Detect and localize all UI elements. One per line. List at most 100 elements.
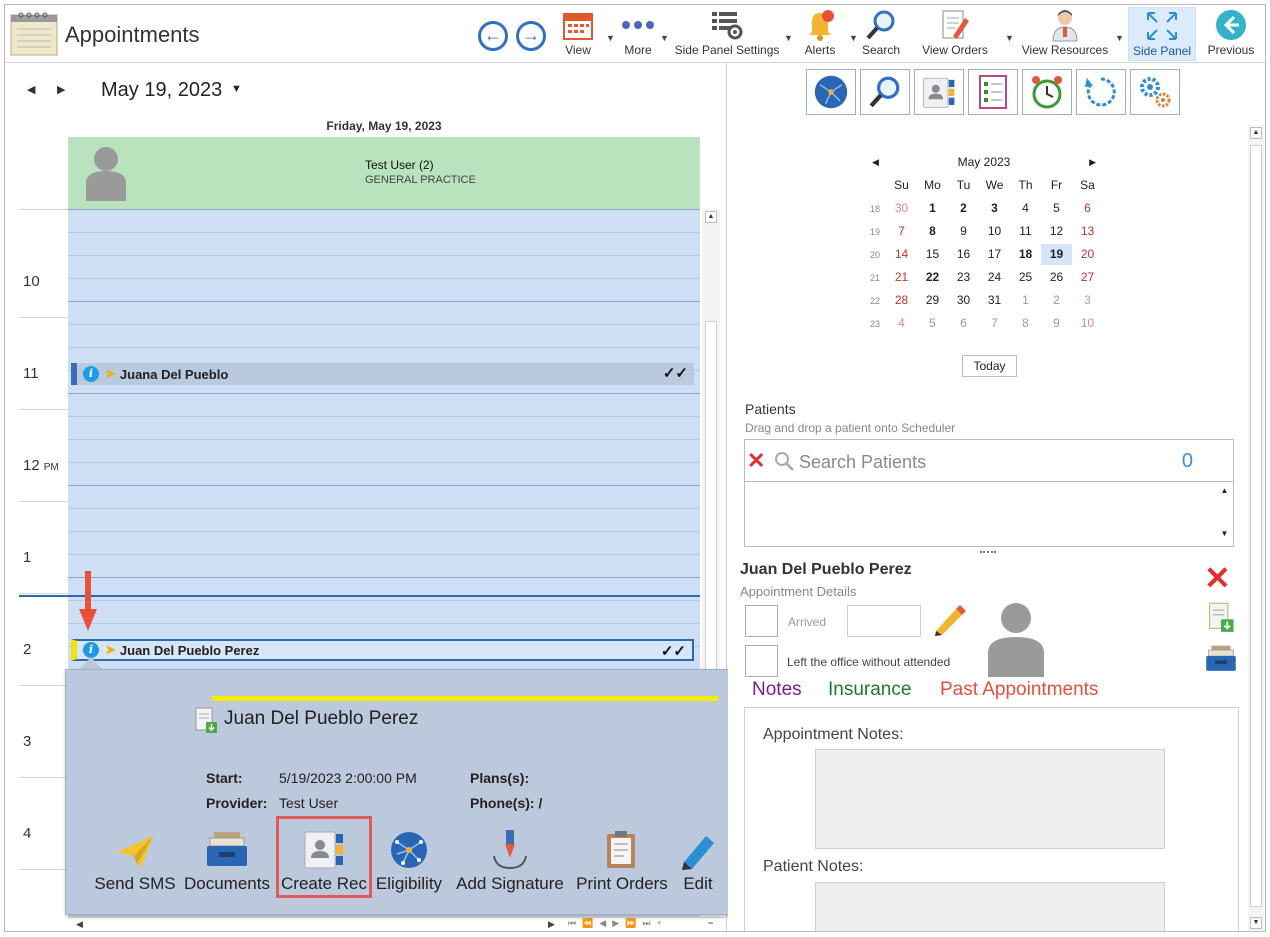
arrived-time-input[interactable] [847,605,921,637]
clear-x-icon[interactable]: ✕ [747,448,765,474]
calendar-day[interactable]: 2 [1041,290,1072,311]
scroll-left-icon[interactable]: ◀ [76,919,83,930]
send-sms-button[interactable]: Send SMS [94,826,176,894]
chevron-down-icon[interactable]: ▼ [660,33,669,43]
calendar-day[interactable]: 7 [979,313,1010,334]
calendar-day[interactable]: 11 [1010,221,1041,242]
appointment-juan-selected[interactable]: i ➤ Juan Del Pueblo Perez ✓✓ [71,639,694,661]
calendar-day[interactable]: 17 [979,244,1010,265]
prev-month-arrow-icon[interactable]: ◀ [872,151,879,173]
left-office-checkbox[interactable] [745,645,778,677]
previous-button[interactable]: Previous [1203,7,1259,61]
calendar-day[interactable]: 9 [1041,313,1072,334]
chevron-down-icon[interactable]: ▼ [1005,33,1014,43]
chevron-down-icon[interactable]: ▼ [784,33,793,43]
calendar-day[interactable]: 23 [948,267,979,288]
alerts-button[interactable]: Alerts [799,7,841,61]
scroll-thumb[interactable] [1250,145,1262,907]
more-button[interactable]: More [619,7,657,61]
zoom-out-icon[interactable]: − [708,918,713,928]
create-rec-button[interactable]: Create Rec [276,816,372,898]
calendar-day[interactable]: 6 [948,313,979,334]
appointment-notes-field[interactable] [815,749,1165,849]
calendar-day[interactable]: 18 [1010,244,1041,265]
side-panel-button[interactable]: Side Panel [1128,7,1196,61]
calendar-day[interactable]: 5 [917,313,948,334]
file-cabinet-icon[interactable] [1204,643,1238,675]
calendar-day[interactable]: 2 [948,198,979,219]
scroll-down-icon[interactable]: ▼ [1218,529,1231,538]
calendar-day[interactable]: 10 [1072,313,1103,334]
calendar-day[interactable]: 8 [1010,313,1041,334]
calendar-day[interactable]: 30 [886,198,917,219]
eligibility-button[interactable]: Eligibility [372,826,446,894]
calendar-day-selected[interactable]: 19 [1041,244,1072,265]
refresh-tool-button[interactable] [1076,69,1126,115]
calendar-day[interactable]: 10 [979,221,1010,242]
calendar-day[interactable]: 3 [979,198,1010,219]
tab-notes[interactable]: Notes [752,679,802,701]
info-icon[interactable]: i [83,642,99,658]
documents-button[interactable]: Documents [182,826,272,894]
calendar-day[interactable]: 13 [1072,221,1103,242]
info-icon[interactable]: i [83,366,99,382]
selected-date[interactable]: May 19, 2023 [101,79,222,102]
patient-notes-field[interactable] [815,882,1165,931]
patient-search-bar[interactable]: ✕ Search Patients 0 [745,440,1233,482]
print-orders-button[interactable]: Print Orders [572,826,672,894]
tab-past-appointments[interactable]: Past Appointments [940,679,1098,701]
calendar-day[interactable]: 29 [917,290,948,311]
forward-arrow-icon[interactable]: → [516,21,546,51]
chevron-down-icon[interactable]: ▼ [231,83,242,95]
calendar-day[interactable]: 14 [886,244,917,265]
calendar-day[interactable]: 6 [1072,198,1103,219]
calendar-day[interactable]: 3 [1072,290,1103,311]
calendar-day[interactable]: 4 [1010,198,1041,219]
scroll-right-icon[interactable]: ▶ [548,919,555,930]
view-orders-button[interactable]: View Orders [919,7,991,61]
calendar-day[interactable]: 4 [886,313,917,334]
chevron-down-icon[interactable]: ▼ [1115,33,1124,43]
next-day-arrow-icon[interactable]: ▶ [57,83,65,96]
search-input[interactable]: Search Patients [799,452,926,473]
calendar-day[interactable]: 22 [917,267,948,288]
edit-button[interactable]: Edit [672,826,724,894]
calendar-day[interactable]: 7 [886,221,917,242]
add-signature-button[interactable]: Add Signature [452,826,568,894]
appointment-juana[interactable]: i ➤ Juana Del Pueblo ✓✓ [71,363,694,385]
calendar-day[interactable]: 8 [917,221,948,242]
chevron-down-icon[interactable]: ▼ [606,33,615,43]
mini-calendar[interactable]: ◀ May 2023 ▶ Su Mo Tu We Th Fr Sa 18 30 1 2 3… [864,151,1104,335]
calendar-day[interactable]: 15 [917,244,948,265]
view-button[interactable]: View [559,7,597,61]
calendar-day[interactable]: 21 [886,267,917,288]
pencil-icon[interactable] [932,603,966,637]
checklist-tool-button[interactable] [968,69,1018,115]
side-vertical-scrollbar[interactable]: ▲ ▼ [1248,125,1264,931]
calendar-day[interactable]: 12 [1041,221,1072,242]
search-tool-button[interactable] [860,69,910,115]
record-tool-button[interactable] [914,69,964,115]
today-button[interactable]: Today [962,355,1017,377]
back-arrow-icon[interactable]: ← [478,21,508,51]
calendar-day[interactable]: 1 [1010,290,1041,311]
delete-x-icon[interactable]: ✕ [1204,559,1231,597]
pager-controls[interactable]: ⏮⏪◀▶⏩⏭+ [568,918,668,929]
view-resources-button[interactable]: View Resources [1021,7,1109,61]
document-download-icon[interactable] [1206,601,1236,633]
splitter-grip[interactable] [980,551,996,553]
scroll-up-icon[interactable]: ▲ [1250,127,1262,139]
scroll-up-icon[interactable]: ▲ [1218,486,1231,495]
calendar-day[interactable]: 9 [948,221,979,242]
alarm-tool-button[interactable] [1022,69,1072,115]
scroll-up-icon[interactable]: ▲ [705,211,717,223]
calendar-day[interactable]: 20 [1072,244,1103,265]
next-month-arrow-icon[interactable]: ▶ [1089,151,1096,173]
patients-list-scrollbar[interactable]: ▲ ▼ [1218,486,1231,544]
chevron-down-icon[interactable]: ▼ [849,33,858,43]
calendar-day[interactable]: 31 [979,290,1010,311]
calendar-day[interactable]: 24 [979,267,1010,288]
calendar-day[interactable]: 30 [948,290,979,311]
side-panel-settings-button[interactable]: Side Panel Settings [673,7,781,61]
horizontal-scrollbar[interactable]: ◀ ▶ ⏮⏪◀▶⏩⏭+ − [68,917,724,931]
